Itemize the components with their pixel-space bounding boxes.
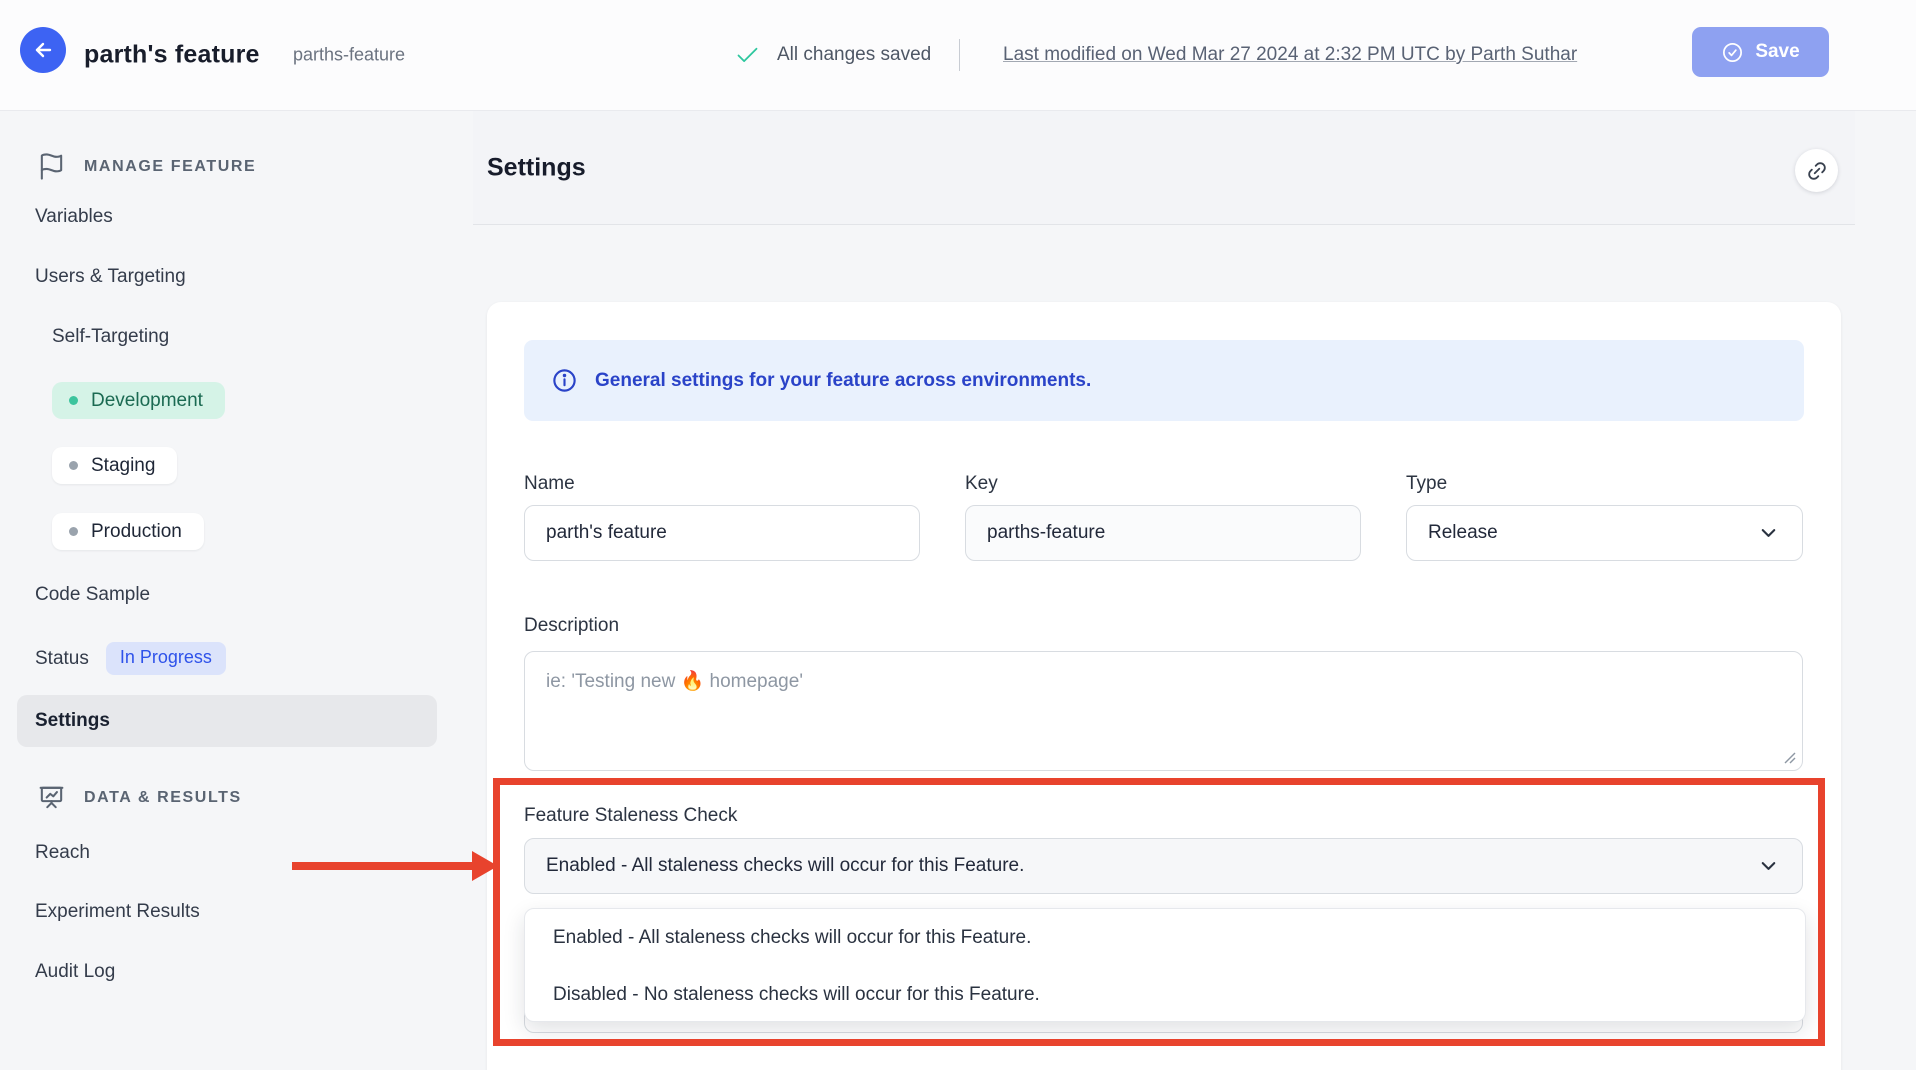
key-input[interactable] <box>965 505 1361 561</box>
last-modified-link[interactable]: Last modified on Wed Mar 27 2024 at 2:32… <box>1003 44 1577 66</box>
check-circle-icon <box>1721 41 1744 64</box>
sidebar-section-data-results: DATA & RESULTS <box>37 783 242 812</box>
feature-title: parth's feature <box>84 41 260 70</box>
staleness-label: Feature Staleness Check <box>524 805 737 827</box>
check-icon <box>734 42 761 69</box>
sidebar-status-row[interactable]: Status In Progress <box>35 642 226 675</box>
feature-key: parths-feature <box>293 45 405 66</box>
env-dot-icon <box>69 396 78 405</box>
key-label: Key <box>965 473 998 495</box>
arrow-left-icon <box>31 38 55 62</box>
page-title: Settings <box>487 154 586 183</box>
presentation-chart-icon <box>37 783 66 812</box>
env-dot-icon <box>69 461 78 470</box>
staleness-option-disabled[interactable]: Disabled - No staleness checks will occu… <box>525 966 1805 1022</box>
sidebar-settings-label: Settings <box>35 710 110 732</box>
staleness-option-enabled[interactable]: Enabled - All staleness checks will occu… <box>525 909 1805 966</box>
env-label: Production <box>91 521 182 543</box>
saved-status-text: All changes saved <box>777 44 931 66</box>
env-label: Staging <box>91 455 155 477</box>
sidebar-section-manage-label: MANAGE FEATURE <box>84 158 256 176</box>
staleness-select-value: Enabled - All staleness checks will occu… <box>546 855 1024 877</box>
save-button-label: Save <box>1755 41 1799 63</box>
sidebar-item-audit-log[interactable]: Audit Log <box>35 961 115 983</box>
sidebar-item-experiment-results[interactable]: Experiment Results <box>35 901 200 923</box>
description-textarea[interactable] <box>524 651 1803 771</box>
chevron-down-icon <box>1757 522 1780 545</box>
sidebar-env-staging[interactable]: Staging <box>52 447 177 484</box>
sidebar-env-development[interactable]: Development <box>52 382 225 419</box>
back-button[interactable] <box>20 27 66 73</box>
description-label: Description <box>524 615 619 637</box>
annotation-arrow-shaft <box>292 862 474 870</box>
name-input[interactable] <box>524 505 920 561</box>
resize-handle-icon[interactable] <box>1782 750 1797 770</box>
settings-titlebar <box>473 111 1855 225</box>
sidebar-section-data-label: DATA & RESULTS <box>84 789 242 807</box>
sidebar-item-settings[interactable]: Settings <box>17 695 437 747</box>
status-label: Status <box>35 648 89 670</box>
save-button[interactable]: Save <box>1692 27 1829 77</box>
status-badge: In Progress <box>106 642 226 675</box>
staleness-select[interactable]: Enabled - All staleness checks will occu… <box>524 838 1803 894</box>
info-banner: General settings for your feature across… <box>524 340 1804 421</box>
flag-icon <box>37 152 66 181</box>
link-icon <box>1806 160 1828 182</box>
sidebar-item-self-targeting[interactable]: Self-Targeting <box>52 326 169 348</box>
env-label: Development <box>91 390 203 412</box>
chevron-down-icon <box>1757 855 1780 878</box>
sidebar-env-production[interactable]: Production <box>52 513 204 550</box>
copy-link-button[interactable] <box>1795 149 1838 192</box>
page: parth's feature parths-feature All chang… <box>0 0 1916 1070</box>
name-label: Name <box>524 473 575 495</box>
staleness-dropdown: Enabled - All staleness checks will occu… <box>524 908 1806 1022</box>
header-divider <box>959 39 960 71</box>
sidebar-item-code-sample[interactable]: Code Sample <box>35 584 150 606</box>
sidebar-item-variables[interactable]: Variables <box>35 206 113 228</box>
type-label: Type <box>1406 473 1447 495</box>
env-dot-icon <box>69 527 78 536</box>
app-header: parth's feature parths-feature All chang… <box>0 0 1916 111</box>
sidebar-item-users-targeting[interactable]: Users & Targeting <box>35 266 186 288</box>
info-banner-text: General settings for your feature across… <box>595 370 1091 392</box>
type-select-value: Release <box>1428 522 1498 544</box>
sidebar-section-manage-feature: MANAGE FEATURE <box>37 152 256 181</box>
saved-status-group: All changes saved <box>734 0 960 110</box>
info-icon <box>551 367 578 394</box>
type-select[interactable]: Release <box>1406 505 1803 561</box>
settings-card: General settings for your feature across… <box>487 302 1841 1070</box>
sidebar-item-reach[interactable]: Reach <box>35 842 90 864</box>
